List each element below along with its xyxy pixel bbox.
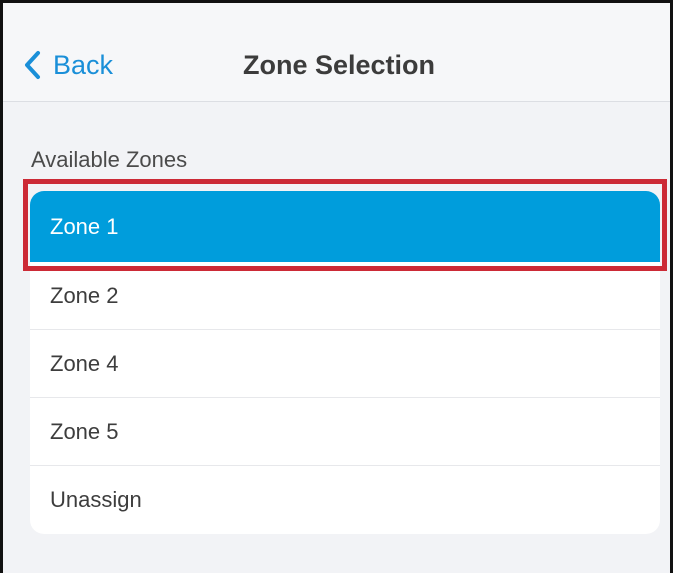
back-button[interactable]: Back [23,47,113,83]
navigation-bar: Back Zone Selection [3,3,670,102]
zone-option-label: Zone 5 [50,418,119,444]
zone-option-4[interactable]: Zone 4 [30,330,660,398]
zone-option-5[interactable]: Zone 5 [30,398,660,466]
zone-option-label: Unassign [50,487,142,512]
zone-option-2[interactable]: Zone 2 [30,262,660,330]
zone-option-label: Zone 4 [50,350,119,376]
zone-option-label: Zone 1 [50,213,119,239]
section-header-available-zones: Available Zones [31,147,188,172]
zone-option-label: Zone 2 [50,282,119,308]
zone-option-1[interactable]: Zone 1 [30,191,660,262]
unassign-option[interactable]: Unassign [30,466,660,534]
zone-list: Zone 1 Zone 2 Zone 4 Zone 5 Unassign [30,191,660,534]
screen: Back Zone Selection Available Zones Zone… [0,0,673,573]
chevron-left-icon [23,50,41,80]
page-title: Zone Selection [243,50,436,80]
back-label: Back [53,50,114,80]
